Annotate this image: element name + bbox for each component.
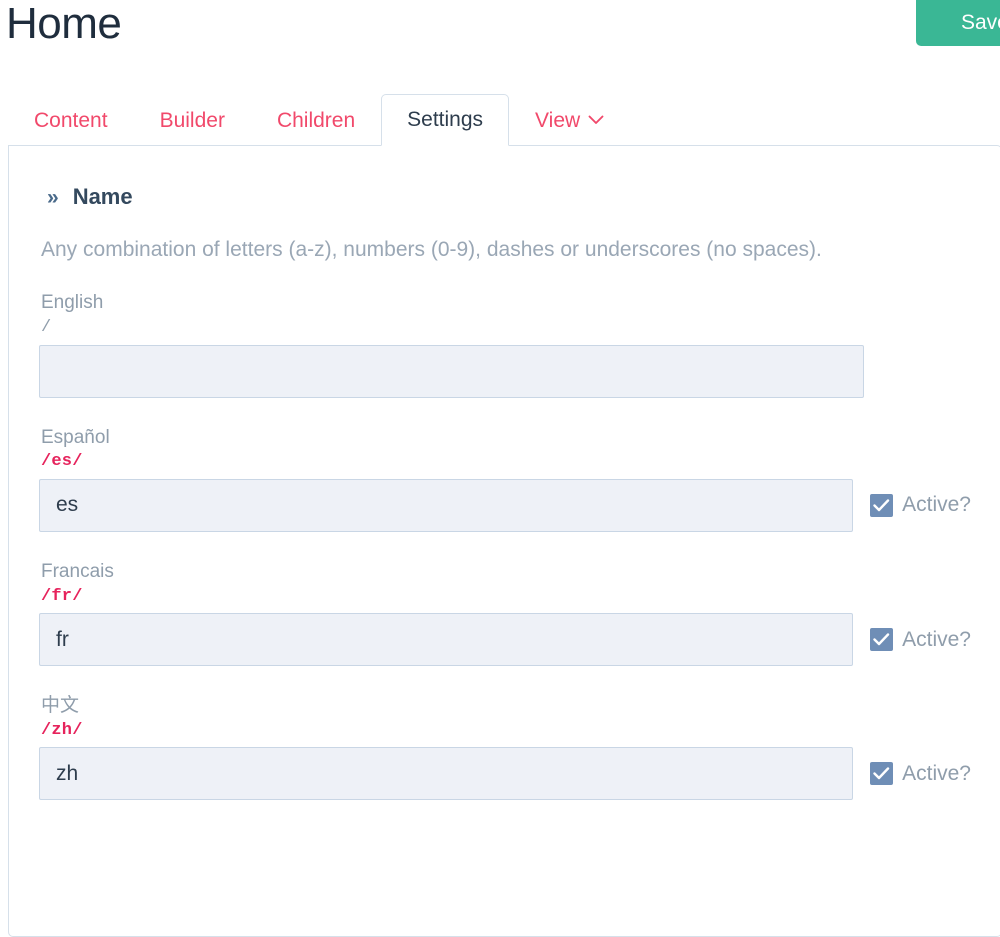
field-row	[39, 344, 971, 398]
tab-settings[interactable]: Settings	[381, 93, 510, 146]
field-url-path: /	[41, 318, 52, 338]
section-title: Name	[72, 184, 133, 209]
section-help-text: Any combination of letters (a-z), number…	[41, 238, 822, 261]
field-language-label: 中文	[41, 695, 80, 717]
active-toggle[interactable]: Active?	[870, 493, 971, 517]
tab-strip: Content Builder Children Settings View	[8, 87, 1000, 146]
field-language-label: Francais	[41, 560, 114, 582]
tab-label: Children	[276, 108, 356, 132]
field-language-label: English	[41, 292, 104, 314]
field-group: English /	[39, 291, 971, 398]
page-header: Home Save	[0, 0, 1000, 72]
tab-builder[interactable]: Builder	[134, 95, 251, 146]
field-language-label: Español	[41, 426, 110, 448]
chevron-down-icon	[588, 115, 604, 125]
field-row: Active?	[39, 613, 971, 667]
field-row: Active?	[39, 478, 971, 532]
active-label: Active?	[902, 627, 971, 651]
tab-label: View	[535, 108, 581, 132]
field-row: Active?	[39, 747, 971, 801]
active-toggle[interactable]: Active?	[870, 628, 971, 652]
tab-bar: Content Builder Children Settings View	[0, 87, 1000, 146]
active-toggle[interactable]: Active?	[870, 762, 971, 786]
field-url-path: /es/	[41, 452, 83, 472]
active-checkbox[interactable]	[870, 762, 894, 786]
tab-label: Content	[34, 108, 108, 132]
slug-input-francais[interactable]	[39, 613, 854, 667]
name-field-list: English/Español/es/Active?Francais/fr/Ac…	[39, 291, 971, 801]
field-group: 中文/zh/Active?	[39, 694, 971, 801]
active-checkbox[interactable]	[870, 628, 894, 652]
slug-input-español[interactable]	[39, 478, 854, 532]
tab-view[interactable]: View	[509, 95, 630, 146]
active-label: Active?	[902, 761, 971, 785]
collapse-chevrons-icon[interactable]: »	[47, 187, 59, 208]
save-button[interactable]: Save	[916, 0, 1000, 46]
tab-children[interactable]: Children	[251, 95, 381, 146]
settings-panel: » Name Any combination of letters (a-z),…	[8, 145, 1000, 937]
tab-label: Builder	[159, 108, 225, 132]
active-checkbox[interactable]	[870, 493, 894, 517]
section-header-name: » Name	[47, 184, 971, 210]
field-group: Francais/fr/Active?	[39, 560, 971, 667]
field-url-path: /zh/	[41, 720, 83, 740]
tab-label: Settings	[407, 107, 484, 131]
slug-input-english[interactable]	[39, 344, 864, 398]
field-url-path: /fr/	[41, 586, 83, 606]
page-title: Home	[6, 0, 122, 48]
slug-input-中文[interactable]	[39, 747, 854, 801]
active-label: Active?	[902, 493, 971, 517]
field-group: Español/es/Active?	[39, 426, 971, 532]
tab-content[interactable]: Content	[8, 95, 134, 146]
